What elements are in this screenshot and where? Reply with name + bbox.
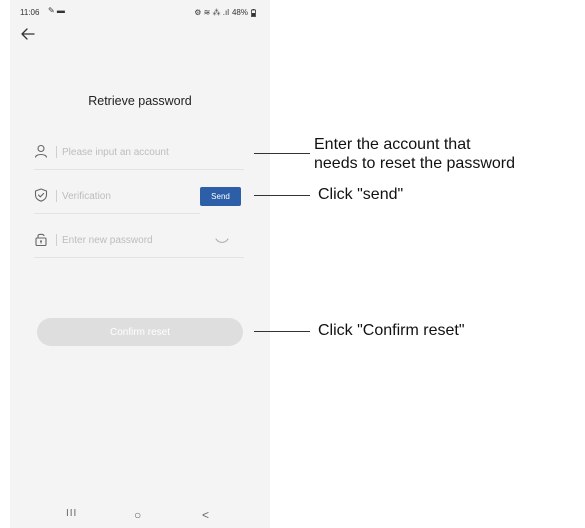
confirm-reset-button[interactable]: Confirm reset: [37, 318, 243, 346]
callout-account-line1: Enter the account that: [314, 136, 471, 153]
callout-line-account: [254, 153, 310, 154]
shield-check-icon: [34, 188, 48, 202]
recents-button[interactable]: III: [66, 508, 77, 519]
eye-closed-icon[interactable]: [215, 237, 229, 245]
page-title: Retrieve password: [88, 94, 192, 108]
account-field: [34, 134, 244, 170]
field-divider: [56, 190, 57, 202]
lock-icon: [35, 233, 47, 246]
callout-line-confirm: [254, 331, 310, 332]
verification-input[interactable]: [62, 187, 192, 205]
battery-level: 48%: [231, 8, 248, 17]
system-nav-bar: III ○ <: [10, 506, 270, 528]
phone-screen: 11:06 ✎ ▬ ⚙ ≋ ⁂ .ıl 48% Retrieve passwor…: [10, 0, 270, 528]
new-password-field: [34, 222, 244, 258]
status-bar: 11:06 ✎ ▬ ⚙ ≋ ⁂ .ıl 48%: [10, 0, 270, 22]
callout-account-line2: needs to reset the password: [314, 155, 516, 172]
status-time: 11:06: [20, 8, 40, 17]
status-right-group: ⚙ ≋ ⁂ .ıl 48%: [194, 8, 256, 17]
system-back-button[interactable]: <: [202, 508, 209, 522]
callout-confirm: Click "Confirm reset": [318, 322, 465, 339]
back-arrow-icon[interactable]: [20, 26, 36, 42]
field-underline: [34, 169, 244, 170]
signal-icons: ⚙ ≋ ⁂ .ıl: [194, 8, 229, 17]
callout-send: Click "send": [318, 186, 404, 203]
field-divider: [56, 146, 57, 158]
account-input[interactable]: [62, 143, 237, 161]
notification-icons: ✎ ▬: [48, 6, 65, 15]
new-password-input[interactable]: [62, 231, 212, 249]
field-divider: [56, 234, 57, 246]
callout-line-send: [254, 195, 310, 196]
user-icon: [34, 144, 48, 158]
home-button[interactable]: ○: [134, 508, 141, 522]
send-button[interactable]: Send: [200, 187, 241, 206]
field-underline: [34, 213, 200, 214]
battery-icon: [251, 8, 256, 17]
field-underline: [34, 257, 244, 258]
